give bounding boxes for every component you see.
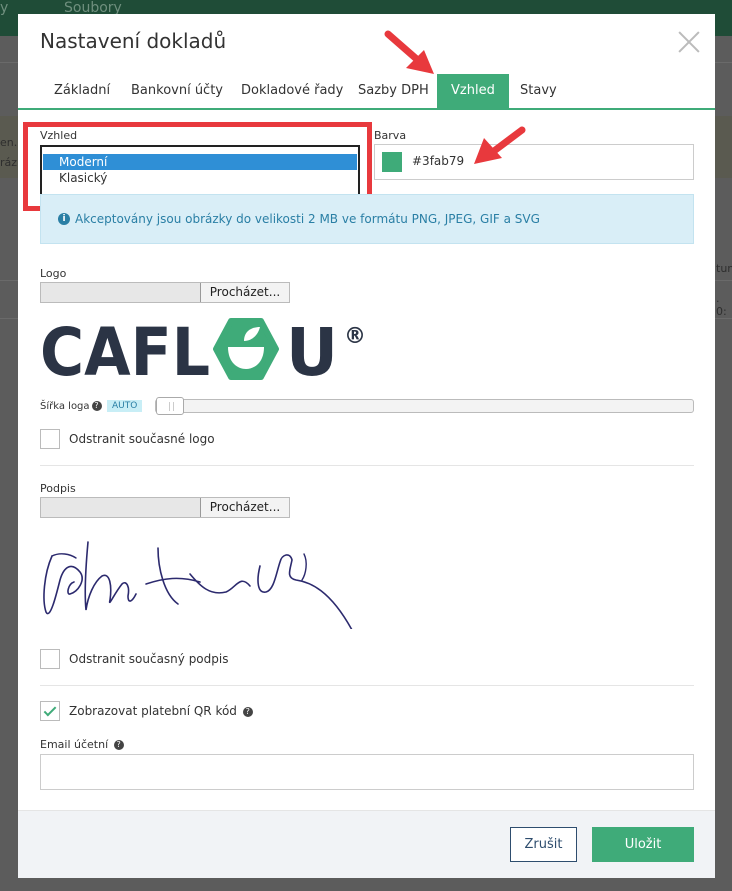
logo-width-slider-handle[interactable] [156,397,184,415]
option-modern[interactable]: Moderní [43,154,357,170]
accountant-email-input[interactable] [40,754,694,790]
option-classic[interactable]: Klasický [43,170,357,186]
show-qr-label: Zobrazovat platební QR kód ? [69,704,253,718]
company-logo-image: CAFL U ® [40,317,366,381]
remove-signature-label: Odstranit současný podpis [69,652,229,666]
info-text: Akceptovány jsou obrázky do velikosti 2 … [75,212,540,226]
signature-file-input[interactable]: Procházet... [40,497,290,518]
tab-bank-accounts[interactable]: Bankovní účty [117,74,237,108]
section-divider [40,465,694,466]
auto-badge: AUTO [107,400,143,412]
show-qr-checkbox[interactable] [40,701,60,721]
save-button[interactable]: Uložit [592,827,694,862]
remove-logo-label: Odstranit současné logo [69,432,215,446]
color-picker-field[interactable]: #3fab79 [374,144,694,180]
color-value: #3fab79 [412,154,465,168]
remove-logo-checkbox[interactable] [40,429,60,449]
info-icon: i [58,213,70,225]
background-nav-item: y [0,0,9,16]
dialog-footer: Zrušit Uložit [18,810,715,878]
tab-appearance[interactable]: Vzhled [437,74,509,108]
color-label: Barva [374,129,407,142]
cancel-button[interactable]: Zrušit [510,827,577,862]
info-alert: i Akceptovány jsou obrázky do velikosti … [40,194,694,244]
tab-states[interactable]: Stavy [506,74,571,108]
accountant-email-text: Email účetní [40,738,109,751]
logo-width-label: Šířka loga? [40,401,102,412]
tab-bar: Základní Bankovní účty Dokladové řady Sa… [18,74,715,110]
remove-signature-checkbox[interactable] [40,649,60,669]
logo-label: Logo [40,267,67,280]
background-text: ráz [0,156,18,169]
color-swatch[interactable] [382,152,402,172]
appearance-label: Vzhled [40,129,78,142]
signature-image [43,541,353,629]
logo-browse-button[interactable]: Procházet... [200,283,289,302]
tab-vat-rates[interactable]: Sazby DPH [344,74,443,108]
logo-file-input[interactable]: Procházet... [40,282,290,303]
tab-basic[interactable]: Základní [40,74,124,108]
appearance-select[interactable]: Moderní Klasický [40,145,360,196]
help-icon[interactable]: ? [91,401,102,411]
logo-text-right: U [286,317,338,381]
logo-width-text: Šířka loga [40,401,90,412]
section-divider [40,685,694,686]
checkmark-icon [43,703,57,717]
logo-width-slider[interactable] [155,397,694,415]
signature-browse-button[interactable]: Procházet... [200,498,289,517]
logo-hexagon-icon [213,318,279,380]
background-text: tum [716,262,732,275]
accountant-email-label: Email účetní ? [40,738,124,751]
logo-text-left: CAFL [40,317,210,381]
signature-label: Podpis [40,482,76,495]
help-icon[interactable]: ? [242,706,253,717]
settings-dialog: Nastavení dokladů Základní Bankovní účty… [18,14,715,878]
show-qr-text: Zobrazovat platební QR kód [69,704,237,718]
logo-registered-mark: ® [344,324,366,349]
tab-document-series[interactable]: Dokladové řady [227,74,357,108]
help-icon[interactable]: ? [113,740,124,750]
background-text: . 0: [716,292,727,318]
close-icon[interactable] [677,30,701,54]
dialog-title: Nastavení dokladů [40,29,227,53]
